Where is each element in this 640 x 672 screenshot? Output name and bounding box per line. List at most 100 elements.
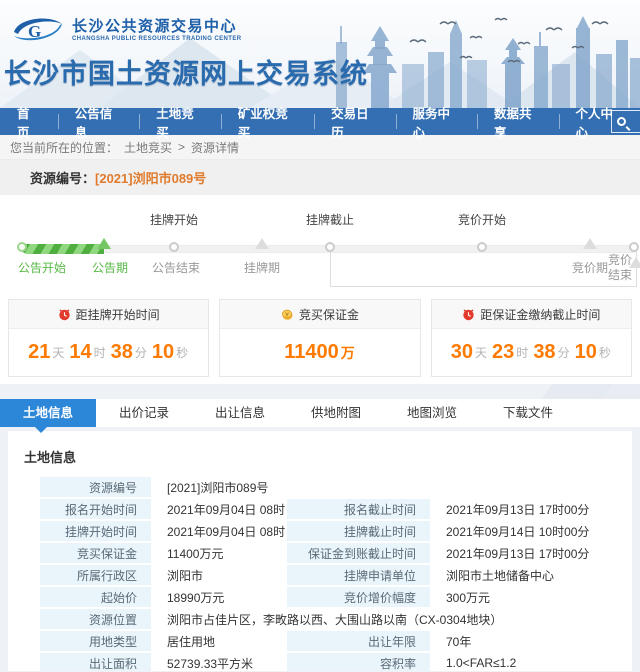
- table-row: 起始价18990万元竞价增价幅度300万元: [40, 587, 632, 607]
- countdown-unit: 时: [516, 344, 528, 361]
- field-value: 2021年09月13日 17时00分: [432, 499, 632, 519]
- nav-announcements[interactable]: 公告信息: [58, 108, 139, 135]
- field-value: 18990万元: [153, 587, 285, 607]
- timeline-marker-circle: [477, 242, 487, 252]
- table-row: 所属行政区浏阳市挂牌申请单位浏阳市土地储备中心: [40, 565, 632, 585]
- countdown-number: 11400: [284, 341, 339, 364]
- field-value: 52739.33平方米: [153, 653, 285, 671]
- field-value: 300万元: [432, 587, 632, 607]
- field-label: 资源位置: [40, 609, 151, 629]
- breadcrumb-prefix: 您当前所在的位置：: [10, 139, 118, 156]
- timeline-top-label: 挂牌截止: [306, 211, 354, 228]
- table-row: 资源位置浏阳市占佳片区，李畋路以西、大围山路以南（CX-0304地块）: [40, 609, 632, 629]
- card-title: 距保证金缴纳截止时间: [480, 306, 600, 323]
- land-info-panel: 土地信息 资源编号[2021]浏阳市089号报名开始时间2021年09月04日 …: [8, 431, 632, 671]
- birds-icon: [400, 12, 630, 72]
- search-button[interactable]: [611, 110, 640, 133]
- field-label: 报名开始时间: [40, 499, 151, 519]
- table-row: 出让面积52739.33平方米容积率1.0<FAR≤1.2: [40, 653, 632, 671]
- timeline-top-label: 挂牌开始: [150, 211, 198, 228]
- field-value: 浏阳市: [153, 565, 285, 585]
- tab-bid-records[interactable]: 出价记录: [96, 399, 192, 427]
- page: { "header": { "logo": { "zh": "长沙公共资源交易中…: [0, 0, 640, 672]
- countdown-number: 14: [69, 341, 91, 364]
- nav-home[interactable]: 首页: [0, 108, 58, 135]
- timeline-stage-label: 公告结束: [152, 259, 200, 276]
- field-value: 70年: [432, 631, 632, 651]
- field-label: 保证金到账截止时间: [287, 543, 430, 563]
- countdown-number: 23: [492, 341, 514, 364]
- timeline-top-label: 竞价开始: [458, 211, 506, 228]
- timeline-stage-label: 公告期: [92, 259, 128, 276]
- tab-download-files[interactable]: 下载文件: [480, 399, 576, 427]
- tab-plot-attachment-map[interactable]: 供地附图: [288, 399, 384, 427]
- timeline-progress: [22, 244, 104, 254]
- field-value: 2021年09月04日 08时00分: [153, 499, 285, 519]
- breadcrumb-separator: >: [178, 140, 185, 154]
- field-value: 浏阳市土地储备中心: [432, 565, 632, 585]
- breadcrumb-current: 资源详情: [191, 139, 239, 156]
- field-value: 浏阳市占佳片区，李畋路以西、大围山路以南（CX-0304地块）: [153, 609, 632, 629]
- section-title: 土地信息: [24, 447, 630, 466]
- field-value: [2021]浏阳市089号: [153, 477, 632, 497]
- page-header: G 长沙公共资源交易中心 CHANGSHA PUBLIC RESOURCES T…: [0, 0, 640, 108]
- field-label: 所属行政区: [40, 565, 151, 585]
- countdown-number: 21: [28, 341, 50, 364]
- timeline-stage-label: 公告开始: [18, 259, 66, 276]
- field-label: 挂牌开始时间: [40, 521, 151, 541]
- nav-trade-calendar[interactable]: 交易日历: [314, 108, 395, 135]
- detail-tabs: 土地信息出价记录出让信息供地附图地图浏览下载文件: [0, 399, 640, 427]
- field-label: 挂牌申请单位: [287, 565, 430, 585]
- center-logo-text: 长沙公共资源交易中心 CHANGSHA PUBLIC RESOURCES TRA…: [72, 18, 241, 42]
- countdown-unit: 时: [94, 344, 106, 361]
- table-row: 资源编号[2021]浏阳市089号: [40, 477, 632, 497]
- card-value: 11400万: [220, 329, 419, 376]
- card-listing-countdown: 距挂牌开始时间 21天14时38分10秒: [8, 299, 209, 377]
- breadcrumb-link-land-auction[interactable]: 土地竞买: [124, 139, 172, 156]
- nav-land-auction[interactable]: 土地竞买: [139, 108, 220, 135]
- card-title: 距挂牌开始时间: [76, 306, 160, 323]
- resource-number-label: 资源编号：: [30, 168, 95, 187]
- city-skyline-illustration: [330, 12, 640, 108]
- alarm-clock-icon: [462, 308, 475, 321]
- field-label: 竞买保证金: [40, 543, 151, 563]
- timeline-marker-circle: [169, 242, 179, 252]
- field-label: 容积率: [287, 653, 430, 671]
- land-info-table: 资源编号[2021]浏阳市089号报名开始时间2021年09月04日 08时00…: [38, 475, 632, 671]
- resource-number-value: [2021]浏阳市089号: [95, 168, 206, 187]
- countdown-number: 38: [533, 341, 555, 364]
- field-label: 挂牌截止时间: [287, 521, 430, 541]
- countdown-unit: 天: [475, 344, 487, 361]
- countdown-unit: 天: [52, 344, 64, 361]
- alarm-clock-icon: [58, 308, 71, 321]
- coin-icon: [281, 308, 294, 321]
- nav-data-share[interactable]: 数据共享: [477, 108, 558, 135]
- timeline-marker-circle: [629, 242, 639, 252]
- countdown-number: 30: [451, 341, 473, 364]
- field-label: 资源编号: [40, 477, 151, 497]
- field-label: 报名截止时间: [287, 499, 430, 519]
- countdown-number: 10: [152, 341, 174, 364]
- resource-number-bar: 资源编号： [2021]浏阳市089号: [0, 160, 640, 195]
- card-value: 30天23时38分10秒: [432, 329, 631, 376]
- auction-status-section: 挂牌开始挂牌截止竞价开始公告开始公告期公告结束挂牌期竞价期竞价结束 距挂牌开始时…: [0, 195, 640, 384]
- timeline-stage-label: 竞价期: [572, 259, 608, 276]
- nav-mining-rights[interactable]: 矿业权竞买: [221, 108, 314, 135]
- countdown-unit: 分: [558, 344, 570, 361]
- field-label: 出让年限: [287, 631, 430, 651]
- card-value: 21天14时38分10秒: [9, 329, 208, 376]
- main-nav: 首页公告信息土地竞买矿业权竞买交易日历服务中心数据共享个人中心: [0, 108, 640, 135]
- tab-map-browse[interactable]: 地图浏览: [384, 399, 480, 427]
- table-row: 用地类型居住用地出让年限70年: [40, 631, 632, 651]
- table-row: 报名开始时间2021年09月04日 08时00分报名截止时间2021年09月13…: [40, 499, 632, 519]
- timeline-marker-triangle: [583, 238, 597, 249]
- tab-land-info[interactable]: 土地信息: [0, 399, 96, 427]
- tab-transfer-info[interactable]: 出让信息: [192, 399, 288, 427]
- field-label: 起始价: [40, 587, 151, 607]
- nav-service-center[interactable]: 服务中心: [396, 108, 477, 135]
- card-deposit-deadline-countdown: 距保证金缴纳截止时间 30天23时38分10秒: [431, 299, 632, 377]
- countdown-unit: 万: [341, 343, 355, 363]
- logo-zh-text: 长沙公共资源交易中心: [72, 18, 241, 36]
- countdown-unit: 秒: [176, 344, 188, 361]
- field-value: 1.0<FAR≤1.2: [432, 653, 632, 671]
